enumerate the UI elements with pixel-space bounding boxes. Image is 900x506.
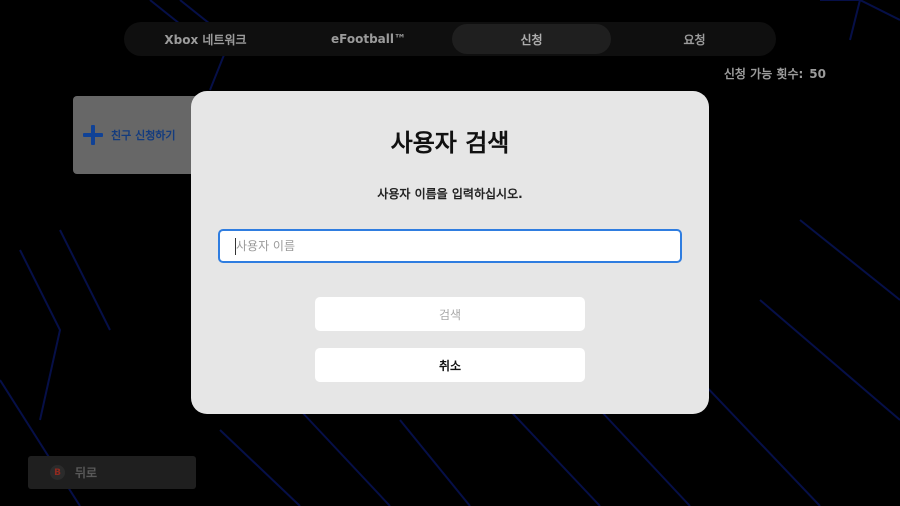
user-search-dialog: 사용자 검색 사용자 이름을 입력하십시오. 검색 취소 [191, 91, 709, 414]
cancel-button[interactable]: 취소 [315, 348, 585, 382]
username-input[interactable] [218, 229, 682, 263]
search-button[interactable]: 검색 [315, 297, 585, 331]
text-caret [235, 238, 236, 255]
dialog-instruction: 사용자 이름을 입력하십시오. [377, 187, 523, 201]
dialog-title: 사용자 검색 [390, 129, 510, 157]
